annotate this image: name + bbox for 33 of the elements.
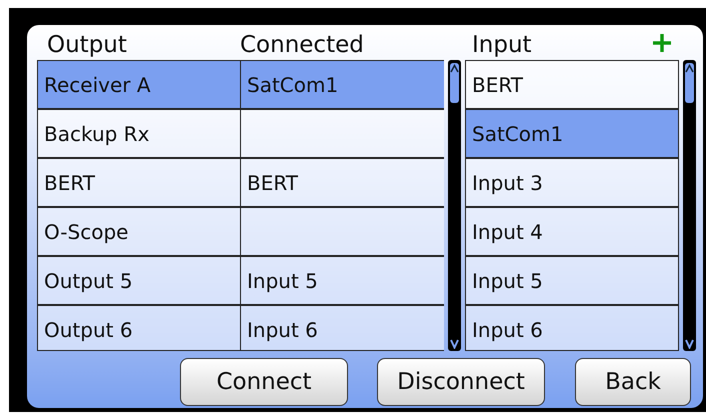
- list-header: Input: [472, 34, 533, 57]
- scroll-up-icon[interactable]: [685, 64, 694, 74]
- connect-button[interactable]: Connect: [180, 358, 348, 406]
- add-icon[interactable]: [652, 33, 672, 53]
- back-button[interactable]: Back: [575, 358, 691, 406]
- table-cell[interactable]: BERT: [240, 158, 444, 207]
- table-cell[interactable]: [240, 207, 444, 256]
- column-header: Connected: [240, 34, 365, 57]
- list-item[interactable]: Input 3: [466, 158, 679, 207]
- table-cell[interactable]: [240, 109, 444, 158]
- list-item[interactable]: Input 5: [466, 256, 679, 305]
- scrollbar[interactable]: [448, 60, 461, 351]
- table-cell[interactable]: BERT: [38, 158, 241, 207]
- disconnect-button[interactable]: Disconnect: [377, 358, 545, 406]
- scroll-down-icon[interactable]: [450, 339, 459, 349]
- scroll-up-icon[interactable]: [450, 64, 459, 74]
- table-cell[interactable]: Receiver A: [38, 61, 241, 109]
- scroll-down-icon[interactable]: [685, 339, 694, 349]
- scroll-thumb[interactable]: [450, 63, 459, 103]
- table-cell[interactable]: SatCom1: [240, 61, 444, 109]
- table-cell[interactable]: Output 6: [38, 305, 241, 350]
- column-header: Output: [46, 34, 128, 57]
- list-item[interactable]: Input 6: [466, 305, 679, 350]
- table-cell[interactable]: Input 6: [240, 305, 444, 350]
- list-item[interactable]: Input 4: [466, 207, 679, 256]
- table-cell[interactable]: Backup Rx: [38, 109, 241, 158]
- list-item[interactable]: SatCom1: [466, 109, 679, 158]
- table-cell[interactable]: Output 5: [38, 256, 241, 305]
- list-item[interactable]: BERT: [466, 61, 679, 109]
- table-cell[interactable]: O-Scope: [38, 207, 241, 256]
- scrollbar[interactable]: [683, 60, 696, 351]
- table-cell[interactable]: Input 5: [240, 256, 444, 305]
- scroll-thumb[interactable]: [685, 63, 694, 103]
